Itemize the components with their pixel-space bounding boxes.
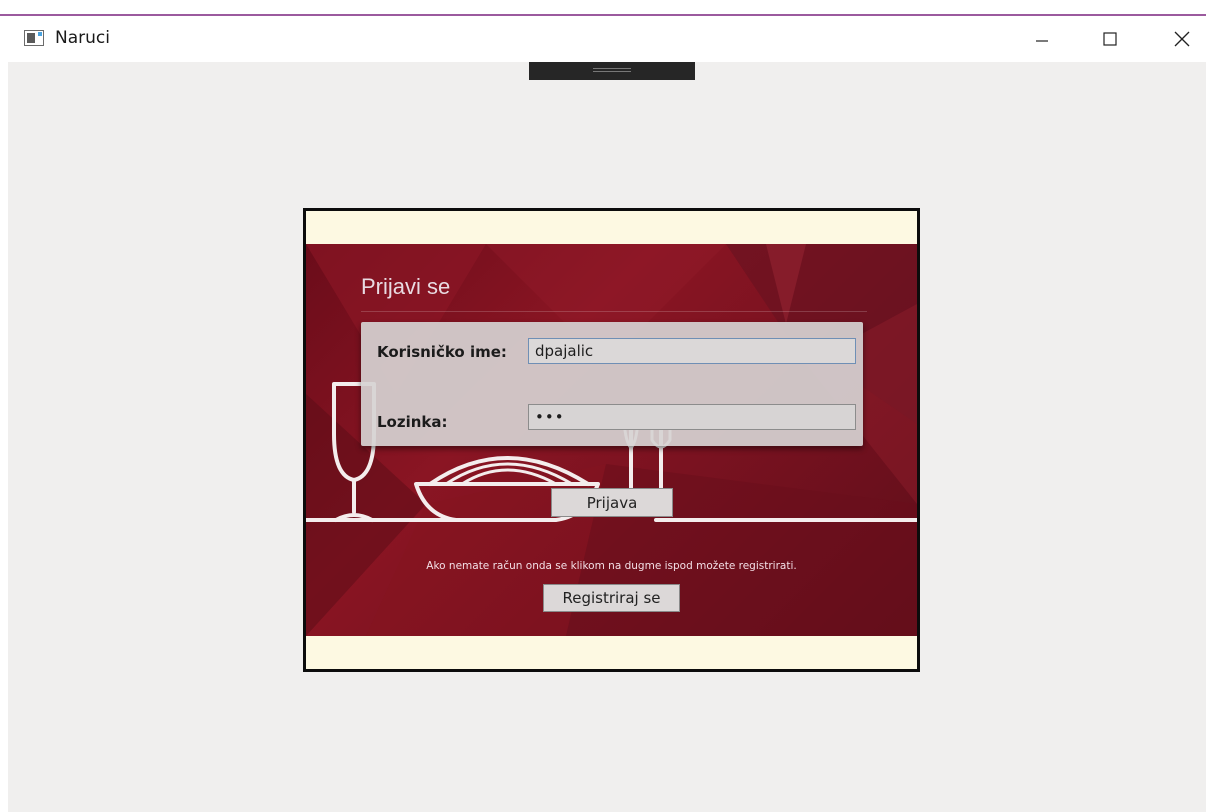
close-button[interactable]	[1154, 16, 1206, 62]
maximize-icon	[1103, 32, 1117, 46]
maximize-button[interactable]	[1082, 16, 1138, 62]
minimize-icon	[1036, 40, 1048, 42]
title-bar[interactable]: Naruci	[0, 16, 1206, 62]
heading-divider	[361, 311, 867, 312]
window-title: Naruci	[55, 28, 110, 48]
drag-handle[interactable]	[529, 62, 695, 80]
minimize-button[interactable]	[1014, 16, 1070, 62]
register-hint-text: Ako nemate račun onda se klikom na dugme…	[426, 560, 797, 572]
username-label: Korisničko ime:	[377, 343, 507, 361]
username-input[interactable]: dpajalic	[528, 338, 856, 364]
login-button[interactable]: Prijava	[551, 488, 673, 517]
close-icon	[1174, 31, 1190, 47]
grip-line	[593, 71, 631, 72]
password-input[interactable]: •••	[528, 404, 856, 430]
password-label: Lozinka:	[377, 413, 448, 431]
app-icon	[24, 30, 44, 46]
register-button[interactable]: Registriraj se	[543, 584, 680, 612]
grip-line	[593, 68, 631, 69]
login-heading: Prijavi se	[361, 274, 451, 299]
